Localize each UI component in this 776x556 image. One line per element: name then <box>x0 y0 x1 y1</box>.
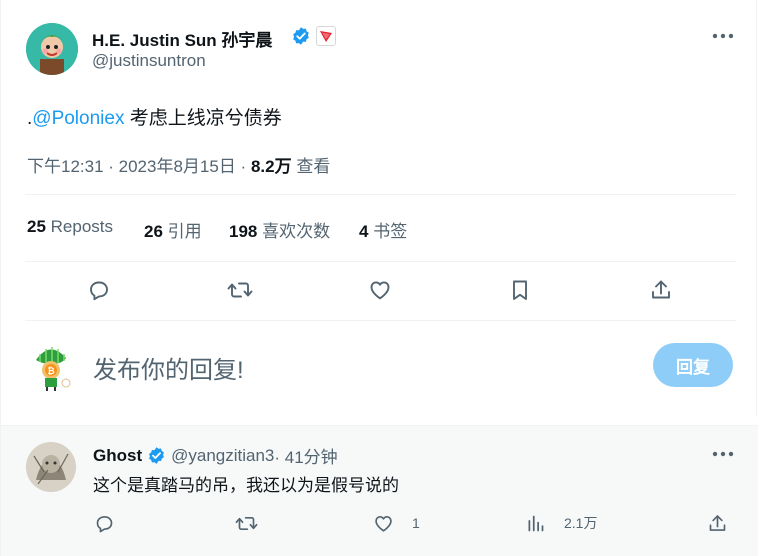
likes-label: 喜欢次数 <box>257 222 331 241</box>
bookmark-button[interactable] <box>502 272 538 308</box>
views-count: 8.2万 <box>250 157 292 176</box>
tweet-detail-panel: H.E. Justin Sun 孙宇晨 @justinsuntron .@Pol… <box>0 0 758 556</box>
like-button[interactable] <box>362 272 398 308</box>
tron-affiliate-icon[interactable] <box>316 26 336 46</box>
tweet-meta: 下午12:31 · 2023年8月15日 · 8.2万 查看 <box>27 152 330 177</box>
bookmarks-stat[interactable]: 4 书签 <box>359 217 407 242</box>
author-handle[interactable]: @justinsuntron <box>92 51 206 71</box>
bookmarks-label: 书签 <box>368 222 408 241</box>
quotes-label: 引用 <box>162 222 202 241</box>
reply-verified-badge-icon <box>147 446 166 465</box>
reply-retweet-button[interactable] <box>231 508 261 538</box>
quotes-count: 26 <box>144 222 163 241</box>
reposts-count: 25 <box>27 217 46 236</box>
reply-tweet[interactable]: Ghost @yangzitian3 · 41分钟 这个是真踏马的吊，我还以为是… <box>1 426 758 556</box>
author-avatar[interactable] <box>26 23 78 75</box>
reply-like-button[interactable]: 1 <box>373 508 433 538</box>
quotes-stat[interactable]: 26 引用 <box>144 217 202 242</box>
current-user-avatar[interactable]: ₿ <box>26 340 78 392</box>
reply-handle[interactable]: @yangzitian3 <box>171 446 274 466</box>
retweet-icon <box>235 516 257 530</box>
reply-views-button[interactable]: 2.1万 <box>525 508 615 538</box>
tweet-text: .@Poloniex 考虑上线凉兮债券 <box>27 103 282 130</box>
reply-input[interactable]: 发布你的回复! <box>93 350 244 385</box>
svg-text:₿: ₿ <box>47 366 54 377</box>
mention-link[interactable]: @Poloniex <box>32 108 124 129</box>
reply-button[interactable] <box>81 272 117 308</box>
section-separator <box>1 416 758 426</box>
reposts-label: Reposts <box>45 217 114 236</box>
like-icon <box>370 281 390 300</box>
reply-like-count: 1 <box>412 515 420 531</box>
reposts-stat[interactable]: 25 Reposts <box>27 217 113 237</box>
share-icon <box>709 514 725 531</box>
retweet-icon <box>227 282 253 298</box>
reply-header: Ghost @yangzitian3 · 41分钟 <box>93 443 338 468</box>
verified-badge-icon <box>291 26 311 46</box>
reply-more-options-button[interactable] <box>707 443 739 465</box>
reply-icon <box>90 281 108 301</box>
reply-view-count: 2.1万 <box>564 515 598 531</box>
likes-count: 198 <box>229 222 258 241</box>
reply-submit-button[interactable]: 回复 <box>653 343 733 387</box>
retweet-button[interactable] <box>222 272 258 308</box>
reply-share-button[interactable] <box>702 508 732 538</box>
tweet-timestamp[interactable]: 下午12:31 · 2023年8月15日 · <box>27 157 251 176</box>
tweet-text-body: 考虑上线凉兮债券 <box>124 108 282 129</box>
reply-icon <box>96 515 112 532</box>
divider <box>25 261 736 262</box>
views-chart-icon <box>528 515 544 531</box>
reply-author-avatar[interactable] <box>26 442 76 492</box>
reply-author-name[interactable]: Ghost <box>93 446 142 466</box>
more-horizontal-icon <box>712 451 734 457</box>
reply-text: 这个是真踏马的吊，我还以为是假号说的 <box>93 476 399 495</box>
bookmark-icon <box>513 280 527 300</box>
more-horizontal-icon <box>712 33 734 39</box>
like-icon <box>375 515 392 532</box>
views-label: 查看 <box>291 157 331 176</box>
share-button[interactable] <box>643 272 679 308</box>
reply-time[interactable]: · 41分钟 <box>274 443 337 468</box>
author-name[interactable]: H.E. Justin Sun 孙宇晨 <box>92 26 272 51</box>
share-icon <box>652 280 670 299</box>
likes-stat[interactable]: 198 喜欢次数 <box>229 217 330 242</box>
reply-reply-button[interactable] <box>89 508 119 538</box>
divider <box>25 320 736 321</box>
divider <box>25 194 736 195</box>
more-options-button[interactable] <box>707 24 739 48</box>
